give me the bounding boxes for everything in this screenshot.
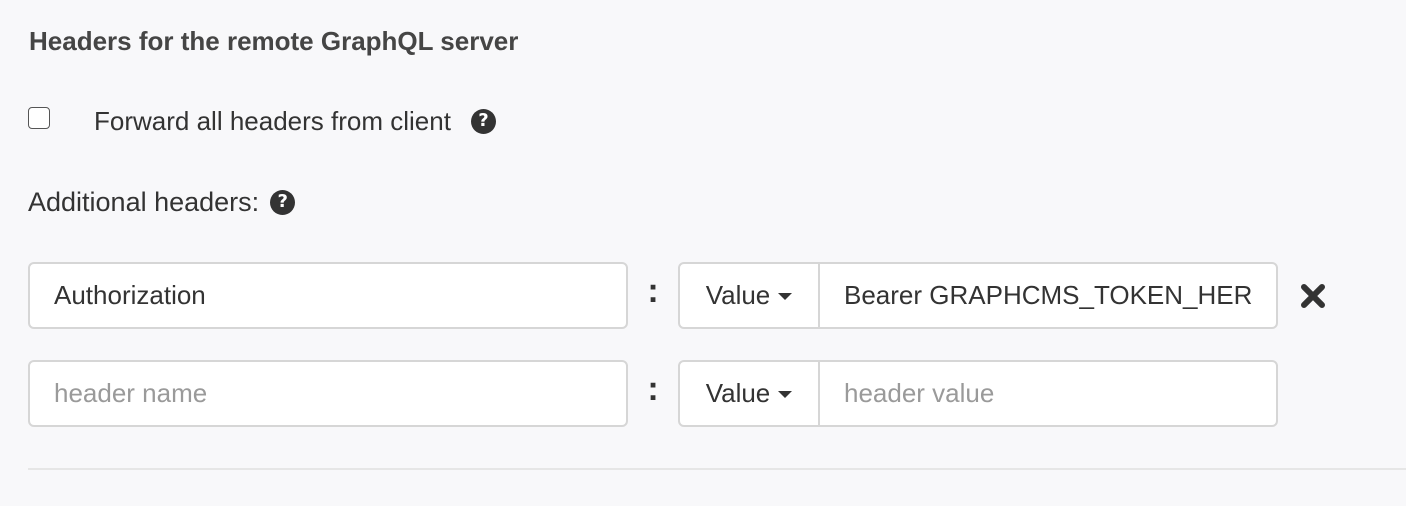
header-row: : Value: [28, 262, 1338, 329]
header-separator: :: [647, 272, 659, 310]
section-divider: [28, 468, 1406, 470]
section-title: Headers for the remote GraphQL server: [29, 26, 519, 56]
forward-headers-label: Forward all headers from client: [94, 105, 451, 136]
remote-headers-section: Headers for the remote GraphQL server Fo…: [0, 0, 1406, 506]
header-name-input[interactable]: [28, 262, 628, 329]
close-x-icon[interactable]: [1298, 281, 1328, 311]
additional-headers-row: Additional headers: ?: [28, 184, 296, 220]
caret-down-icon: [778, 293, 793, 300]
value-type-dropdown[interactable]: Value: [680, 362, 820, 425]
header-value-group: Value: [678, 360, 1278, 427]
additional-headers-label: Additional headers:: [28, 186, 260, 217]
header-value-group: Value: [678, 262, 1278, 329]
header-separator: :: [647, 370, 659, 408]
value-type-dropdown[interactable]: Value: [680, 264, 820, 327]
forward-help-icon[interactable]: ?: [470, 108, 496, 134]
caret-down-icon: [778, 391, 793, 398]
forward-headers-checkbox[interactable]: [28, 107, 50, 129]
header-row: : Value: [28, 360, 1338, 427]
forward-headers-row: Forward all headers from client ?: [28, 103, 496, 139]
header-name-input[interactable]: [28, 360, 628, 427]
additional-help-icon[interactable]: ?: [270, 189, 296, 215]
value-type-label: Value: [705, 280, 771, 310]
header-value-input[interactable]: [820, 362, 1276, 425]
header-value-input[interactable]: [820, 264, 1276, 327]
value-type-label: Value: [705, 378, 771, 408]
